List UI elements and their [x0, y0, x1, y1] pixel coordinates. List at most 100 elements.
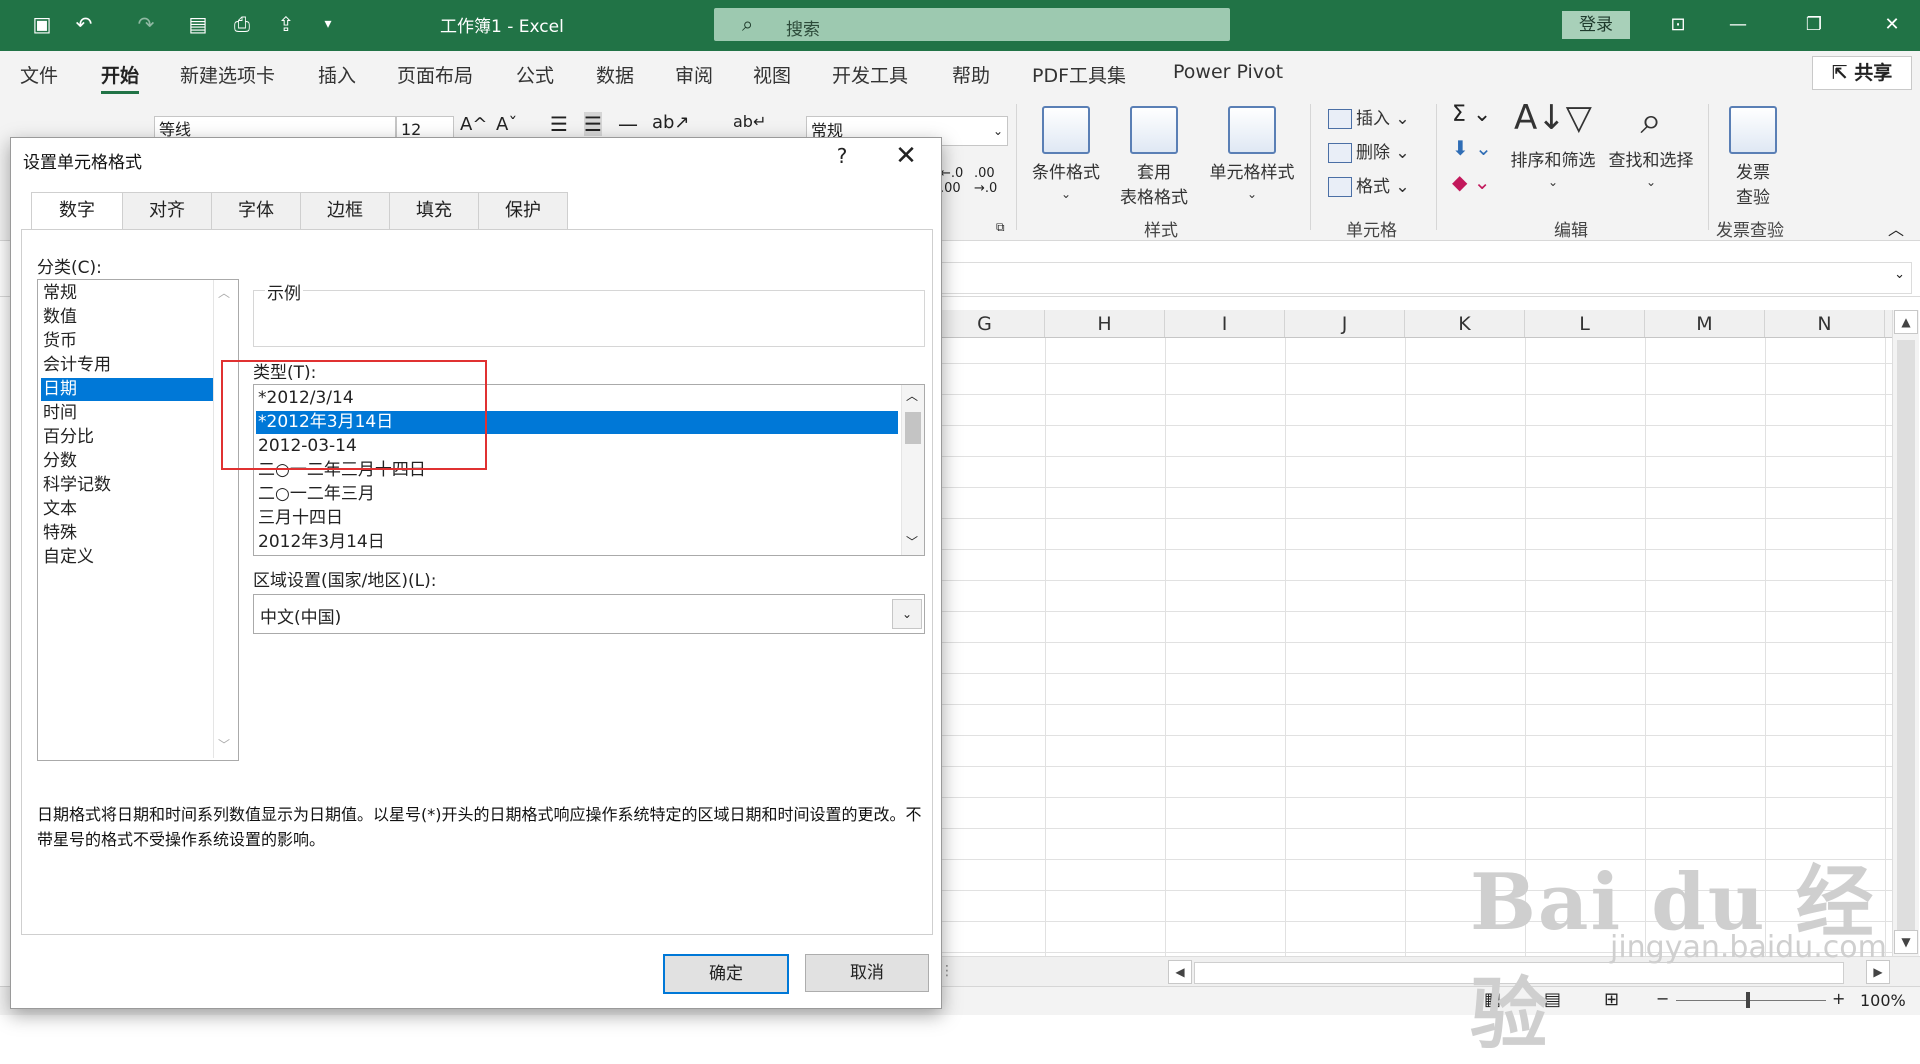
list-item[interactable]: 货币 — [41, 330, 213, 353]
locale-select[interactable]: 中文(中国) ⌄ — [253, 594, 925, 634]
category-list[interactable]: 常规 数值 货币 会计专用 日期 时间 百分比 分数 科学记数 文本 特殊 自定… — [37, 279, 239, 761]
collapse-ribbon-icon[interactable]: ︿ — [1888, 216, 1904, 240]
tab-review[interactable]: 审阅 — [675, 61, 713, 88]
invoice-check-button[interactable]: 发票 查验 — [1720, 106, 1786, 208]
close-window-icon[interactable]: ✕ — [1874, 10, 1910, 40]
dialog-launcher-icon[interactable]: ⧉ — [996, 220, 1005, 235]
tab-formulas[interactable]: 公式 — [516, 61, 554, 88]
tab-home[interactable]: 开始 — [101, 61, 140, 94]
increase-decimal-icon[interactable]: ←.0.00 — [940, 166, 963, 196]
column-header[interactable]: L — [1525, 310, 1645, 337]
orientation-icon[interactable]: ab↗ — [652, 112, 690, 133]
align-bottom-icon[interactable]: — — [618, 112, 638, 136]
column-header[interactable]: N — [1765, 310, 1885, 337]
type-scroll-thumb[interactable] — [905, 412, 921, 444]
decrease-decimal-icon[interactable]: .00 →.0 — [974, 166, 997, 196]
list-item[interactable]: 二○一二年三月 — [256, 483, 898, 506]
clear-icon[interactable]: ◆ ⌄ — [1452, 170, 1491, 194]
align-middle-icon[interactable]: ☰ — [584, 112, 602, 136]
conditional-format-button[interactable]: 条件格式 ⌄ — [1026, 106, 1106, 203]
sheet-split-icon[interactable]: ⋮ — [940, 963, 954, 979]
tab-data[interactable]: 数据 — [596, 61, 634, 88]
scroll-thumb[interactable] — [1897, 340, 1915, 940]
save-icon[interactable]: ▣ — [28, 10, 56, 38]
print-preview-icon[interactable]: ⎙ — [228, 10, 256, 38]
fill-icon[interactable]: ⬇ ⌄ — [1452, 136, 1492, 160]
restore-icon[interactable]: ❐ — [1796, 10, 1832, 40]
wrap-text-icon[interactable]: ab↵ — [733, 112, 766, 131]
tab-fill[interactable]: 填充 — [389, 192, 479, 229]
tab-protection[interactable]: 保护 — [478, 192, 568, 229]
expand-formula-icon[interactable]: ⌄ — [1894, 267, 1905, 282]
list-item[interactable]: 分数 — [41, 450, 213, 473]
format-cells-button[interactable]: 格式 ⌄ — [1328, 172, 1410, 197]
share-button[interactable]: ⇱ 共享 — [1812, 56, 1912, 90]
increase-font-icon[interactable]: A^ — [460, 114, 487, 135]
chevron-up-icon[interactable]: ︿ — [218, 284, 230, 301]
column-header[interactable]: G — [925, 310, 1045, 337]
tab-view[interactable]: 视图 — [753, 61, 791, 88]
tab-pdf-tools[interactable]: PDF工具集 — [1032, 61, 1126, 88]
sort-filter-button[interactable]: A↓▽ 排序和筛选 ⌄ — [1506, 98, 1600, 191]
chevron-down-icon[interactable]: ﹀ — [906, 533, 918, 550]
close-icon[interactable]: ✕ — [891, 142, 921, 170]
insert-cells-button[interactable]: 插入 ⌄ — [1328, 104, 1410, 129]
list-item[interactable]: 数值 — [41, 306, 213, 329]
list-item[interactable]: 会计专用 — [41, 354, 213, 377]
list-item[interactable]: 时间 — [41, 402, 213, 425]
column-header[interactable]: K — [1405, 310, 1525, 337]
tab-developer[interactable]: 开发工具 — [832, 61, 908, 88]
customize-qat-icon[interactable]: ▾ — [314, 10, 342, 38]
column-header[interactable]: I — [1165, 310, 1285, 337]
column-header[interactable]: J — [1285, 310, 1405, 337]
tab-number[interactable]: 数字 — [31, 192, 123, 231]
minimize-icon[interactable]: — — [1720, 10, 1756, 40]
tab-file[interactable]: 文件 — [20, 61, 58, 88]
undo-icon[interactable]: ↶ — [70, 10, 98, 38]
tab-power-pivot[interactable]: Power Pivot — [1173, 61, 1283, 83]
list-item[interactable]: 常规 — [41, 282, 213, 305]
column-header[interactable]: M — [1645, 310, 1765, 337]
redo-icon[interactable]: ↷ — [132, 10, 160, 38]
scroll-up-icon[interactable]: ▲ — [1894, 310, 1918, 334]
category-scrollbar[interactable]: ︿ ﹀ — [213, 280, 236, 758]
list-item[interactable]: 自定义 — [41, 546, 213, 569]
delete-cells-button[interactable]: 删除 ⌄ — [1328, 138, 1410, 163]
find-select-button[interactable]: ⌕ 查找和选择 ⌄ — [1604, 98, 1698, 191]
tab-alignment[interactable]: 对齐 — [122, 192, 212, 229]
tab-border[interactable]: 边框 — [300, 192, 390, 229]
search-box[interactable]: ⌕ 搜索 — [714, 8, 1230, 41]
chevron-down-icon[interactable]: ﹀ — [218, 736, 230, 753]
autosum-icon[interactable]: Σ ⌄ — [1452, 102, 1491, 127]
cell-styles-button[interactable]: 单元格样式 ⌄ — [1202, 106, 1302, 203]
tab-font[interactable]: 字体 — [211, 192, 301, 229]
formula-input[interactable]: ⌄ — [936, 262, 1912, 294]
scroll-down-icon[interactable]: ▼ — [1894, 930, 1918, 954]
scroll-left-icon[interactable]: ◀ — [1168, 960, 1192, 984]
type-scrollbar[interactable]: ︿ ﹀ — [901, 385, 924, 555]
list-item[interactable]: 文本 — [41, 498, 213, 521]
list-item[interactable]: 科学记数 — [41, 474, 213, 497]
format-as-table-button[interactable]: 套用 表格格式 — [1106, 106, 1202, 208]
form-icon[interactable]: ▤ — [184, 10, 212, 38]
vertical-scrollbar[interactable]: ▲ ▼ — [1892, 310, 1919, 956]
list-item[interactable]: 百分比 — [41, 426, 213, 449]
chevron-up-icon[interactable]: ︿ — [906, 387, 918, 404]
list-item[interactable]: 特殊 — [41, 522, 213, 545]
export-icon[interactable]: ⇪ — [272, 10, 300, 38]
list-item[interactable]: 日期 — [41, 378, 213, 401]
decrease-font-icon[interactable]: Aˇ — [496, 114, 517, 135]
tab-insert[interactable]: 插入 — [318, 61, 356, 88]
ok-button[interactable]: 确定 — [663, 954, 789, 994]
help-button[interactable]: ? — [827, 142, 857, 170]
align-top-icon[interactable]: ☰ — [550, 112, 568, 136]
tab-page-layout[interactable]: 页面布局 — [397, 61, 473, 88]
list-item[interactable]: 三月十四日 — [256, 507, 898, 530]
login-button[interactable]: 登录 — [1562, 11, 1630, 39]
tab-new[interactable]: 新建选项卡 — [180, 61, 275, 88]
chevron-down-icon[interactable]: ⌄ — [892, 599, 922, 629]
cancel-button[interactable]: 取消 — [805, 954, 929, 992]
column-header[interactable]: H — [1045, 310, 1165, 337]
ribbon-display-icon[interactable]: ⊡ — [1660, 10, 1696, 40]
tab-help[interactable]: 帮助 — [952, 61, 990, 88]
